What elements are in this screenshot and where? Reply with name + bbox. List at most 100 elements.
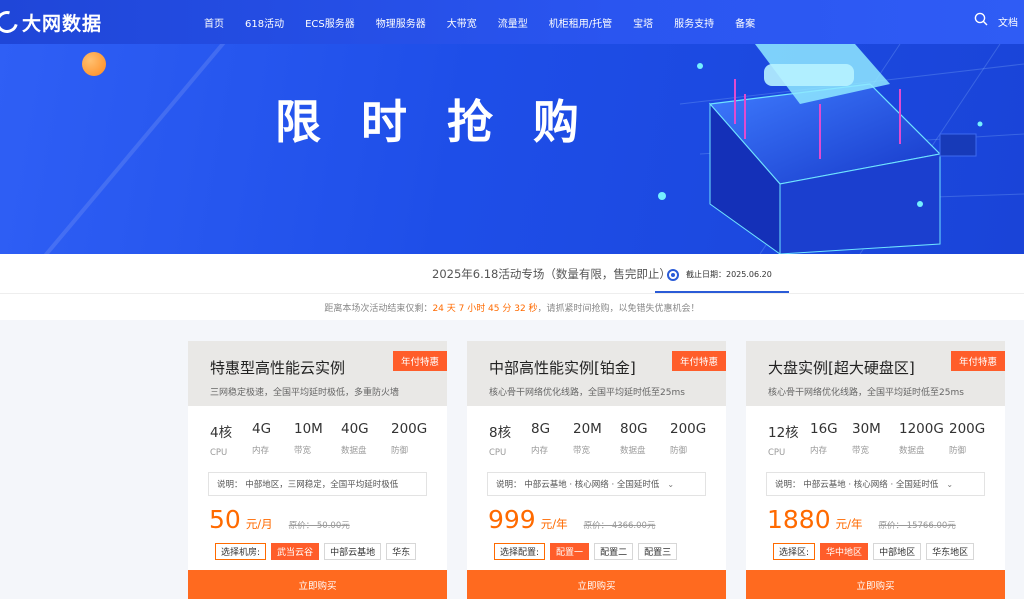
spec-item: 8G 内存 [531,421,550,456]
spec-value: 30M [852,421,881,437]
spec-item: 16G 内存 [810,421,838,456]
spec-label: 数据盘 [899,446,925,456]
spec-item: 40G 数据盘 [341,421,369,456]
nav-item-ecs[interactable]: ECS服务器 [305,15,355,30]
spec-item: 200G 防御 [670,421,706,456]
option-button[interactable]: 华中地区 [820,543,869,560]
nav-item-icp[interactable]: 备案 [735,15,755,30]
nav-item-home[interactable]: 首页 [204,15,224,30]
buy-now-button[interactable]: 立即购买 [467,570,726,599]
nav-item-baota[interactable]: 宝塔 [633,15,653,30]
original-price: 原价： 50.00元 [288,521,350,531]
nav-item-colocation[interactable]: 机柜租用/托管 [549,15,612,30]
original-price: 原价： 4366.00元 [583,521,656,531]
deadline-label: 截止日期：2025.06.20 [686,270,772,279]
banner-title: 限时抢购 [275,95,619,149]
option-button[interactable]: 配置二 [594,543,634,560]
nav-item-support[interactable]: 服务支持 [674,15,714,30]
price-row: 50 元/月 原价： 50.00元 [209,505,350,534]
spec-item: 200G 防御 [391,421,427,456]
main-nav: 首页 618活动 ECS服务器 物理服务器 大带宽 流量型 机柜租用/托管 宝塔… [204,0,776,44]
chevron-down-icon: ⌄ [667,479,675,489]
site-logo[interactable]: 大网数据 [0,6,102,38]
option-group-label: 选择区: [773,543,816,560]
option-button[interactable]: 华东地区 [926,543,975,560]
note-text: 说明： 中部云基地 · 核心网络 · 全国延时低 [496,480,660,490]
spec-label: 数据盘 [620,446,646,456]
spec-value: 16G [810,421,838,437]
buy-now-button[interactable]: 立即购买 [188,570,447,599]
card-header: 特惠型高性能云实例 三网稳定极速，全国平均延时极低，多重防火墙 年付特惠 [188,341,447,406]
price-unit: 元/年 [540,517,568,531]
spec-value: 8核 [489,425,512,441]
spec-label: 内存 [252,446,270,456]
original-price: 原价： 15766.00元 [878,521,956,531]
nav-item-618[interactable]: 618活动 [245,15,284,30]
deadline-tab[interactable]: 截止日期：2025.06.20 [655,258,789,293]
hero-banner: 限时抢购 [0,44,1024,254]
search-icon[interactable] [974,12,988,26]
chevron-down-icon: ⌄ [946,479,954,489]
server-illustration [658,44,1024,254]
note-text: 说明： 中部云基地 · 核心网络 · 全国延时低 [775,480,939,490]
promo-badge: 年付特惠 [950,351,1005,371]
spec-item: 200G 防御 [949,421,985,456]
top-navbar: 大网数据 首页 618活动 ECS服务器 物理服务器 大带宽 流量型 机柜租用/… [0,0,1024,44]
nav-item-traffic[interactable]: 流量型 [498,15,528,30]
spec-value: 200G [391,421,428,437]
spec-value: 1200G [899,421,944,437]
product-card: 特惠型高性能云实例 三网稳定极速，全国平均延时极低，多重防火墙 年付特惠 4核 CPU 4… [188,341,447,599]
spec-item: 20M 带宽 [573,421,602,456]
buy-now-button[interactable]: 立即购买 [746,570,1005,599]
card-description: 核心骨干网络优化线路，全国平均延时低至25ms [768,388,964,398]
option-button[interactable]: 配置一 [550,543,590,560]
option-group-label: 选择配置: [494,543,546,560]
price: 1880 [767,505,831,534]
spec-label: CPU [489,448,507,458]
spec-label: 内存 [810,446,828,456]
spec-label: 内存 [531,446,549,456]
nav-item-bandwidth[interactable]: 大带宽 [447,15,477,30]
spec-item: 30M 带宽 [852,421,881,456]
price-row: 1880 元/年 原价： 15766.00元 [767,505,956,534]
spec-item: 12核 CPU [768,421,799,458]
spec-label: 带宽 [294,446,312,456]
option-button[interactable]: 配置三 [638,543,678,560]
docs-link[interactable]: 文档 [998,14,1018,29]
spec-label: 防御 [949,446,967,456]
campaign-title: 2025年6.18活动专场（数量有限，售完即止） [432,267,671,281]
option-button[interactable]: 中部地区 [873,543,922,560]
note-select[interactable]: 说明： 中部云基地 · 核心网络 · 全国延时低 ⌄ [487,472,706,496]
spec-value: 80G [620,421,648,437]
nav-item-physical-server[interactable]: 物理服务器 [376,15,426,30]
promo-badge: 年付特惠 [392,351,447,371]
spec-value: 200G [949,421,986,437]
option-button[interactable]: 武当云谷 [271,543,320,560]
note-select[interactable]: 说明： 中部云基地 · 核心网络 · 全国延时低 ⌄ [766,472,985,496]
spec-value: 8G [531,421,551,437]
note-text: 说明： 中部地区，三网稳定，全国平均延时极低 [217,480,399,490]
countdown-prefix: 距离本场次活动结束仅剩： [324,304,433,314]
option-group-label: 选择机房: [215,543,267,560]
spec-label: CPU [768,448,786,458]
option-button[interactable]: 华东 [386,543,417,560]
spec-item: 4G 内存 [252,421,271,456]
option-button[interactable]: 中部云基地 [324,543,382,560]
logo-mark-icon [0,6,23,38]
price-unit: 元/年 [835,517,863,531]
campaign-info: 2025年6.18活动专场（数量有限，售完即止） 截止日期：2025.06.20… [0,254,1024,320]
spec-value: 4核 [210,425,233,441]
banner-decoration [17,44,227,254]
divider [0,293,1024,294]
card-header: 大盘实例[超大硬盘区] 核心骨干网络优化线路，全国平均延时低至25ms 年付特惠 [746,341,1005,406]
spec-item: 1200G 数据盘 [899,421,944,456]
spec-value: 4G [252,421,272,437]
target-icon [667,268,679,281]
spec-label: CPU [210,448,228,458]
countdown-time: 24 天 7 小时 45 分 32 秒 [432,304,538,314]
note-select[interactable]: 说明： 中部地区，三网稳定，全国平均延时极低 [208,472,427,496]
option-group: 选择区: 华中地区 中部地区 华东地区 [773,543,979,560]
orange-orb-decoration [82,52,106,76]
spec-value: 12核 [768,425,799,441]
spec-label: 带宽 [852,446,870,456]
